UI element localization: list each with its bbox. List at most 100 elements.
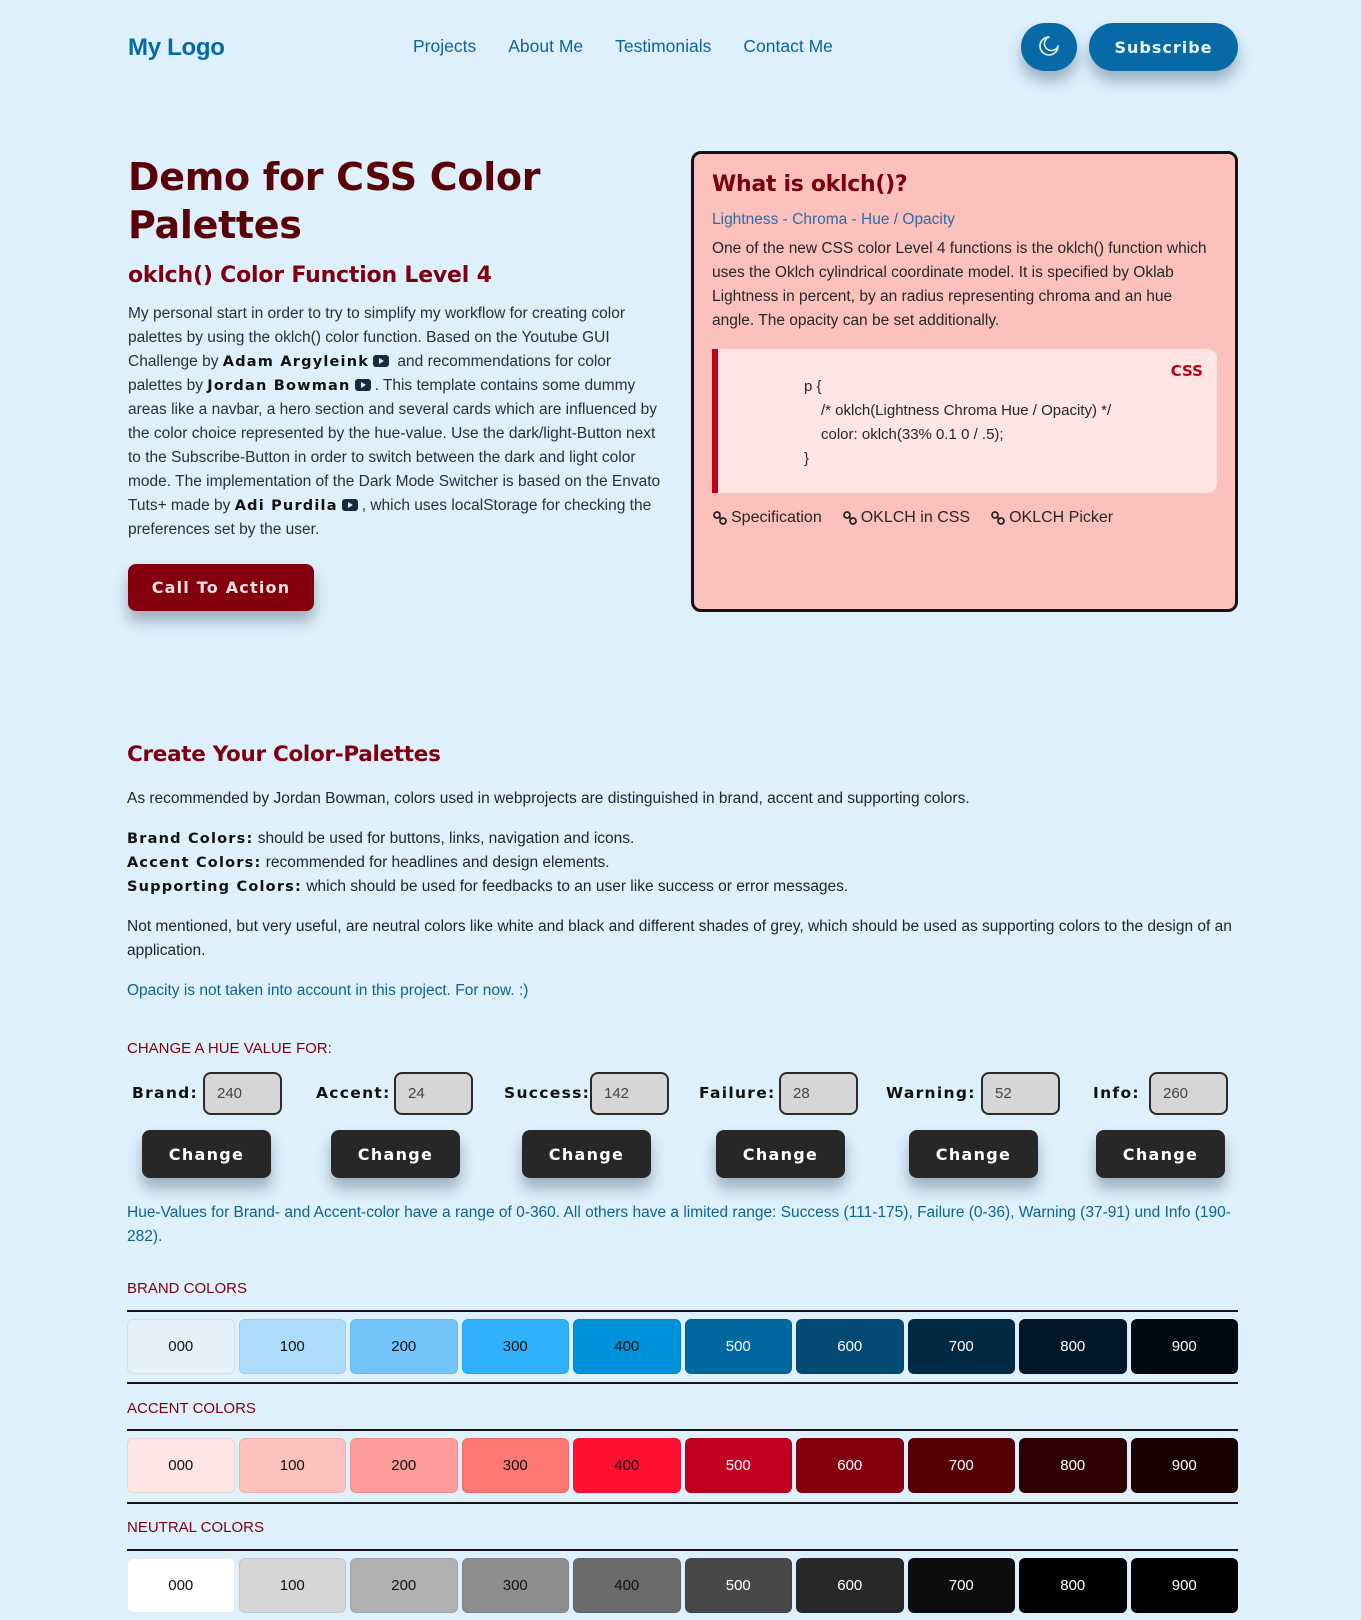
color-swatch-700[interactable]: 700 — [907, 1319, 1015, 1374]
color-swatch-300[interactable]: 300 — [461, 1558, 569, 1613]
code-line: /* oklch(Lightness Chroma Hue / Opacity)… — [821, 402, 1112, 419]
color-swatch-600[interactable]: 600 — [796, 1438, 904, 1493]
opacity-note: Opacity is not taken into account in thi… — [127, 982, 529, 999]
definition-text: should be used for buttons, links, navig… — [253, 830, 635, 847]
color-swatch-900[interactable]: 900 — [1130, 1319, 1238, 1374]
link-icon — [713, 511, 727, 525]
logo[interactable]: My Logo — [128, 34, 225, 62]
color-swatch-500[interactable]: 500 — [684, 1558, 792, 1613]
link-icon — [991, 511, 1005, 525]
warning-hue-input[interactable] — [981, 1072, 1060, 1115]
nav-link-testimonials[interactable]: Testimonials — [615, 36, 711, 57]
color-swatch-500[interactable]: 500 — [684, 1319, 792, 1374]
color-swatch-300[interactable]: 300 — [461, 1319, 569, 1374]
success-change-button[interactable]: Change — [522, 1130, 651, 1178]
success-hue-input[interactable] — [590, 1072, 669, 1115]
color-swatch-400[interactable]: 400 — [573, 1319, 681, 1374]
warning-change-button[interactable]: Change — [909, 1130, 1038, 1178]
color-swatch-700[interactable]: 700 — [907, 1558, 1015, 1613]
moon-icon — [1037, 34, 1061, 61]
color-swatch-100[interactable]: 100 — [238, 1558, 346, 1613]
subscribe-button[interactable]: Subscribe — [1089, 23, 1238, 71]
card-title: What is oklch()? — [712, 172, 908, 197]
author-link-jordan-bowman[interactable]: Jordan Bowman — [207, 378, 350, 394]
color-swatch-200[interactable]: 200 — [350, 1438, 458, 1493]
info-hue-input[interactable] — [1149, 1072, 1228, 1115]
author-link-adam-argyleink[interactable]: Adam Argyleink — [223, 354, 369, 370]
color-swatch-400[interactable]: 400 — [573, 1438, 681, 1493]
color-swatch-100[interactable]: 100 — [238, 1319, 346, 1374]
color-swatch-200[interactable]: 200 — [350, 1319, 458, 1374]
nav-link-contact-me[interactable]: Contact Me — [743, 36, 832, 57]
color-swatch-600[interactable]: 600 — [796, 1319, 904, 1374]
brand-change-button[interactable]: Change — [142, 1130, 271, 1178]
card-text: One of the new CSS color Level 4 functio… — [712, 240, 1207, 329]
hero-title: Demo for CSS Color Palettes — [128, 155, 541, 247]
card-subtitle: Lightness - Chroma - Hue / Opacity — [712, 211, 955, 228]
nav-link-about-me[interactable]: About Me — [508, 36, 583, 57]
color-swatch-700[interactable]: 700 — [907, 1438, 1015, 1493]
hue-label: Info: — [1093, 1084, 1140, 1102]
link-icon — [842, 511, 857, 525]
color-swatch-400[interactable]: 400 — [573, 1558, 681, 1613]
color-swatch-200[interactable]: 200 — [350, 1558, 458, 1613]
youtube-icon[interactable] — [354, 379, 371, 391]
navbar: My Logo Projects About Me Testimonials C… — [128, 22, 1238, 72]
accent-palette: 000 100 200 300 400 500 600 700 800 900 — [127, 1438, 1238, 1493]
youtube-icon[interactable] — [341, 499, 358, 511]
failure-hue-input[interactable] — [779, 1072, 858, 1115]
failure-change-button[interactable]: Change — [716, 1130, 845, 1178]
divider — [127, 1310, 1238, 1312]
hue-label: Brand: — [132, 1084, 199, 1102]
neutral-palette: 000 100 200 300 400 500 600 700 800 900 — [127, 1558, 1238, 1613]
color-swatch-900[interactable]: 900 — [1130, 1438, 1238, 1493]
nav-links: Projects About Me Testimonials Contact M… — [413, 36, 833, 57]
color-swatch-900[interactable]: 900 — [1130, 1558, 1238, 1613]
brand-hue-input[interactable] — [203, 1072, 282, 1115]
brand-palette-label: BRAND COLORS — [127, 1280, 248, 1297]
hue-label: Accent: — [316, 1084, 391, 1102]
brand-palette: 000 100 200 300 400 500 600 700 800 900 — [127, 1319, 1238, 1374]
nav-link-projects[interactable]: Projects — [413, 36, 476, 57]
divider — [127, 1429, 1238, 1431]
info-change-button[interactable]: Change — [1096, 1130, 1225, 1178]
accent-change-button[interactable]: Change — [331, 1130, 460, 1178]
color-swatch-600[interactable]: 600 — [796, 1558, 904, 1613]
hue-label: Failure: — [699, 1084, 776, 1102]
color-swatch-100[interactable]: 100 — [238, 1438, 346, 1493]
hero-paragraph: My personal start in order to try to sim… — [128, 302, 668, 542]
link-oklch-in-css[interactable]: OKLCH in CSS — [842, 509, 970, 527]
divider — [127, 1502, 1238, 1504]
definition-accent: Accent Colors: recommended for headlines… — [127, 851, 1239, 875]
color-swatch-300[interactable]: 300 — [461, 1438, 569, 1493]
color-swatch-000[interactable]: 000 — [127, 1319, 235, 1374]
definition-brand: Brand Colors: should be used for buttons… — [127, 827, 1239, 851]
accent-hue-input[interactable] — [394, 1072, 473, 1115]
oklch-info-card: What is oklch()? Lightness - Chroma - Hu… — [691, 151, 1238, 612]
color-swatch-800[interactable]: 800 — [1019, 1558, 1127, 1613]
author-link-adi-purdila[interactable]: Adi Purdila — [235, 498, 338, 514]
color-swatch-800[interactable]: 800 — [1019, 1438, 1127, 1493]
color-swatch-000[interactable]: 000 — [127, 1438, 235, 1493]
neutral-note: Not mentioned, but very useful, are neut… — [127, 918, 1232, 959]
code-block: CSS p { /* oklch(Lightness Chroma Hue / … — [712, 349, 1217, 493]
link-specification[interactable]: Specification — [712, 509, 822, 527]
color-definitions: Brand Colors: should be used for buttons… — [127, 827, 1239, 899]
hue-heading: CHANGE A HUE VALUE FOR: — [127, 1040, 332, 1057]
divider — [127, 1549, 1238, 1551]
call-to-action-button[interactable]: Call To Action — [128, 564, 314, 611]
link-oklch-picker[interactable]: OKLCH Picker — [990, 509, 1113, 527]
neutral-palette-label: NEUTRAL COLORS — [127, 1519, 264, 1536]
color-swatch-800[interactable]: 800 — [1019, 1319, 1127, 1374]
definition-term: Accent Colors: — [127, 855, 262, 871]
hero-text: . This template contains some dummy area… — [128, 377, 661, 514]
hue-range-note: Hue-Values for Brand- and Accent-color h… — [127, 1204, 1231, 1245]
youtube-icon[interactable] — [373, 355, 390, 367]
hero-section: Demo for CSS Color Palettes oklch() Colo… — [128, 153, 668, 542]
theme-toggle-button[interactable] — [1021, 23, 1077, 71]
hue-label: Success: — [504, 1084, 591, 1102]
color-swatch-000[interactable]: 000 — [127, 1558, 235, 1613]
code-line: color: oklch(33% 0.1 0 / .5); — [821, 426, 1004, 443]
definition-term: Brand Colors: — [127, 831, 254, 847]
color-swatch-500[interactable]: 500 — [684, 1438, 792, 1493]
